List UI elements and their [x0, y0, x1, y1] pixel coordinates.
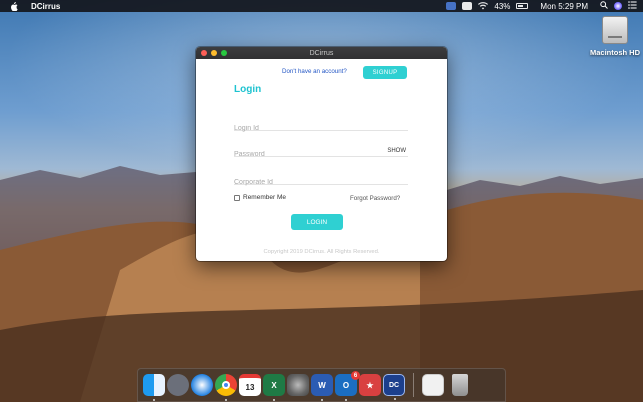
- outlook-icon[interactable]: O6: [335, 371, 360, 401]
- login-button[interactable]: LOGIN: [291, 214, 343, 230]
- outlook-letter: O: [342, 380, 350, 390]
- forgot-password-link[interactable]: Forgot Password?: [350, 195, 400, 202]
- app-menu-name[interactable]: DCirrus: [31, 2, 60, 11]
- dock-separator: [413, 373, 414, 397]
- show-password-toggle[interactable]: SHOW: [387, 148, 406, 154]
- corporate-id-input[interactable]: [234, 176, 408, 189]
- word-icon[interactable]: W: [311, 374, 333, 401]
- calendar-icon[interactable]: 13: [239, 374, 261, 396]
- launchpad-icon[interactable]: [167, 374, 189, 396]
- signup-button[interactable]: SIGNUP: [363, 66, 407, 79]
- search-icon[interactable]: [600, 1, 608, 11]
- trash-icon[interactable]: [452, 374, 468, 396]
- wunderlist-icon[interactable]: ★: [359, 374, 381, 396]
- login-form: Don't have an account? SIGNUP Login SHOW…: [196, 59, 447, 261]
- password-input[interactable]: [234, 148, 408, 161]
- corporate-id-field-wrapper: [234, 171, 408, 189]
- desktop-drive[interactable]: Macintosh HD: [588, 16, 642, 57]
- dcirrus-login-window: DCirrus Don't have an account? SIGNUP Lo…: [196, 47, 447, 261]
- system-preferences-icon[interactable]: [287, 374, 309, 396]
- drive-label: Macintosh HD: [589, 48, 640, 57]
- battery-percentage: 43%: [494, 1, 511, 11]
- chrome-icon[interactable]: [215, 374, 237, 401]
- copyright-text: Copyright 2019 DCirrus. All Rights Reser…: [263, 249, 380, 255]
- window-title: DCirrus: [309, 49, 334, 57]
- wifi-icon[interactable]: [478, 2, 489, 10]
- login-id-field-wrapper: [234, 117, 408, 135]
- status-item-icon[interactable]: [462, 2, 473, 10]
- safari-icon[interactable]: [191, 374, 213, 396]
- login-heading: Login: [234, 84, 262, 95]
- status-area: 43% Mon 5:29 PM: [446, 1, 643, 11]
- password-field-wrapper: SHOW: [234, 143, 408, 161]
- siri-icon[interactable]: [614, 2, 622, 10]
- notification-center-icon[interactable]: [628, 1, 637, 11]
- remember-me-label: Remember Me: [243, 194, 286, 201]
- remember-me[interactable]: Remember Me: [234, 194, 286, 201]
- battery-icon[interactable]: [516, 3, 529, 9]
- excel-letter: X: [271, 380, 277, 390]
- menu-clock[interactable]: Mon 5:29 PM: [540, 2, 588, 11]
- hard-drive-icon: [602, 16, 628, 44]
- remember-me-checkbox[interactable]: [234, 194, 240, 201]
- window-titlebar[interactable]: DCirrus: [196, 47, 447, 59]
- excel-icon[interactable]: X: [263, 374, 285, 401]
- finder-icon[interactable]: [143, 374, 165, 401]
- dock: 13 X W O6 ★ DC: [137, 368, 506, 402]
- dcirrus-status-icon[interactable]: [446, 2, 457, 10]
- dcirrus-letters: DC: [388, 381, 400, 389]
- apple-menu-icon[interactable]: [9, 1, 19, 11]
- menu-bar: DCirrus 43% Mon 5:29 PM: [0, 0, 643, 12]
- signup-prompt: Don't have an account?: [282, 68, 347, 75]
- downloads-stack-icon[interactable]: [422, 374, 444, 396]
- word-letter: W: [318, 380, 326, 390]
- login-id-input[interactable]: [234, 122, 408, 135]
- dcirrus-icon[interactable]: DC: [383, 374, 405, 400]
